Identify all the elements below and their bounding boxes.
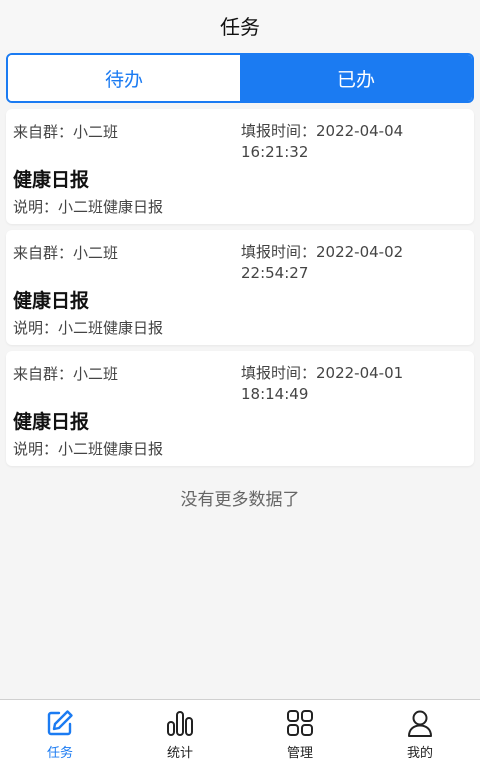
task-card[interactable]: 来自群：小二班 填报时间：2022-04-01 18:14:49 健康日报 说明… [6, 351, 474, 466]
task-submit-time: 填报时间：2022-04-04 16:21:32 [241, 122, 404, 161]
nav-label: 统计 [166, 746, 193, 761]
tab-done[interactable]: 已办 [240, 55, 472, 101]
edit-icon [47, 710, 73, 736]
nav-item-stats[interactable]: 统计 [120, 700, 240, 764]
app-header: 任务 [0, 0, 480, 50]
task-card[interactable]: 来自群：小二班 填报时间：2022-04-04 16:21:32 健康日报 说明… [6, 109, 474, 224]
task-card[interactable]: 来自群：小二班 填报时间：2022-04-02 22:54:27 健康日报 说明… [6, 230, 474, 345]
bar-chart-icon [167, 711, 193, 736]
task-title: 健康日报 [13, 290, 90, 312]
task-source-group: 来自群：小二班 [13, 365, 119, 383]
nav-label: 任务 [46, 746, 73, 761]
list-end-message: 没有更多数据了 [180, 490, 300, 510]
user-icon [408, 710, 432, 737]
task-description: 说明：小二班健康日报 [13, 319, 164, 337]
task-title: 健康日报 [13, 411, 90, 433]
page-title: 任务 [220, 14, 260, 39]
task-list: 来自群：小二班 填报时间：2022-04-04 16:21:32 健康日报 说明… [0, 109, 480, 466]
task-submit-time: 填报时间：2022-04-02 22:54:27 [241, 243, 404, 282]
nav-item-tasks[interactable]: 任务 [0, 700, 120, 764]
task-submit-time: 填报时间：2022-04-01 18:14:49 [241, 364, 404, 403]
nav-item-profile[interactable]: 我的 [360, 700, 480, 764]
status-tabs: 待办 已办 [6, 53, 474, 103]
task-title: 健康日报 [13, 169, 90, 191]
nav-label: 我的 [406, 746, 433, 761]
task-description: 说明：小二班健康日报 [13, 198, 164, 216]
grid-icon [287, 710, 313, 736]
tab-pending[interactable]: 待办 [8, 55, 240, 101]
nav-label: 管理 [286, 746, 313, 761]
bottom-navigation: 任务 统计 管理 我的 [0, 699, 480, 764]
task-description: 说明：小二班健康日报 [13, 440, 164, 458]
nav-item-manage[interactable]: 管理 [240, 700, 360, 764]
task-source-group: 来自群：小二班 [13, 123, 119, 141]
task-source-group: 来自群：小二班 [13, 244, 119, 262]
